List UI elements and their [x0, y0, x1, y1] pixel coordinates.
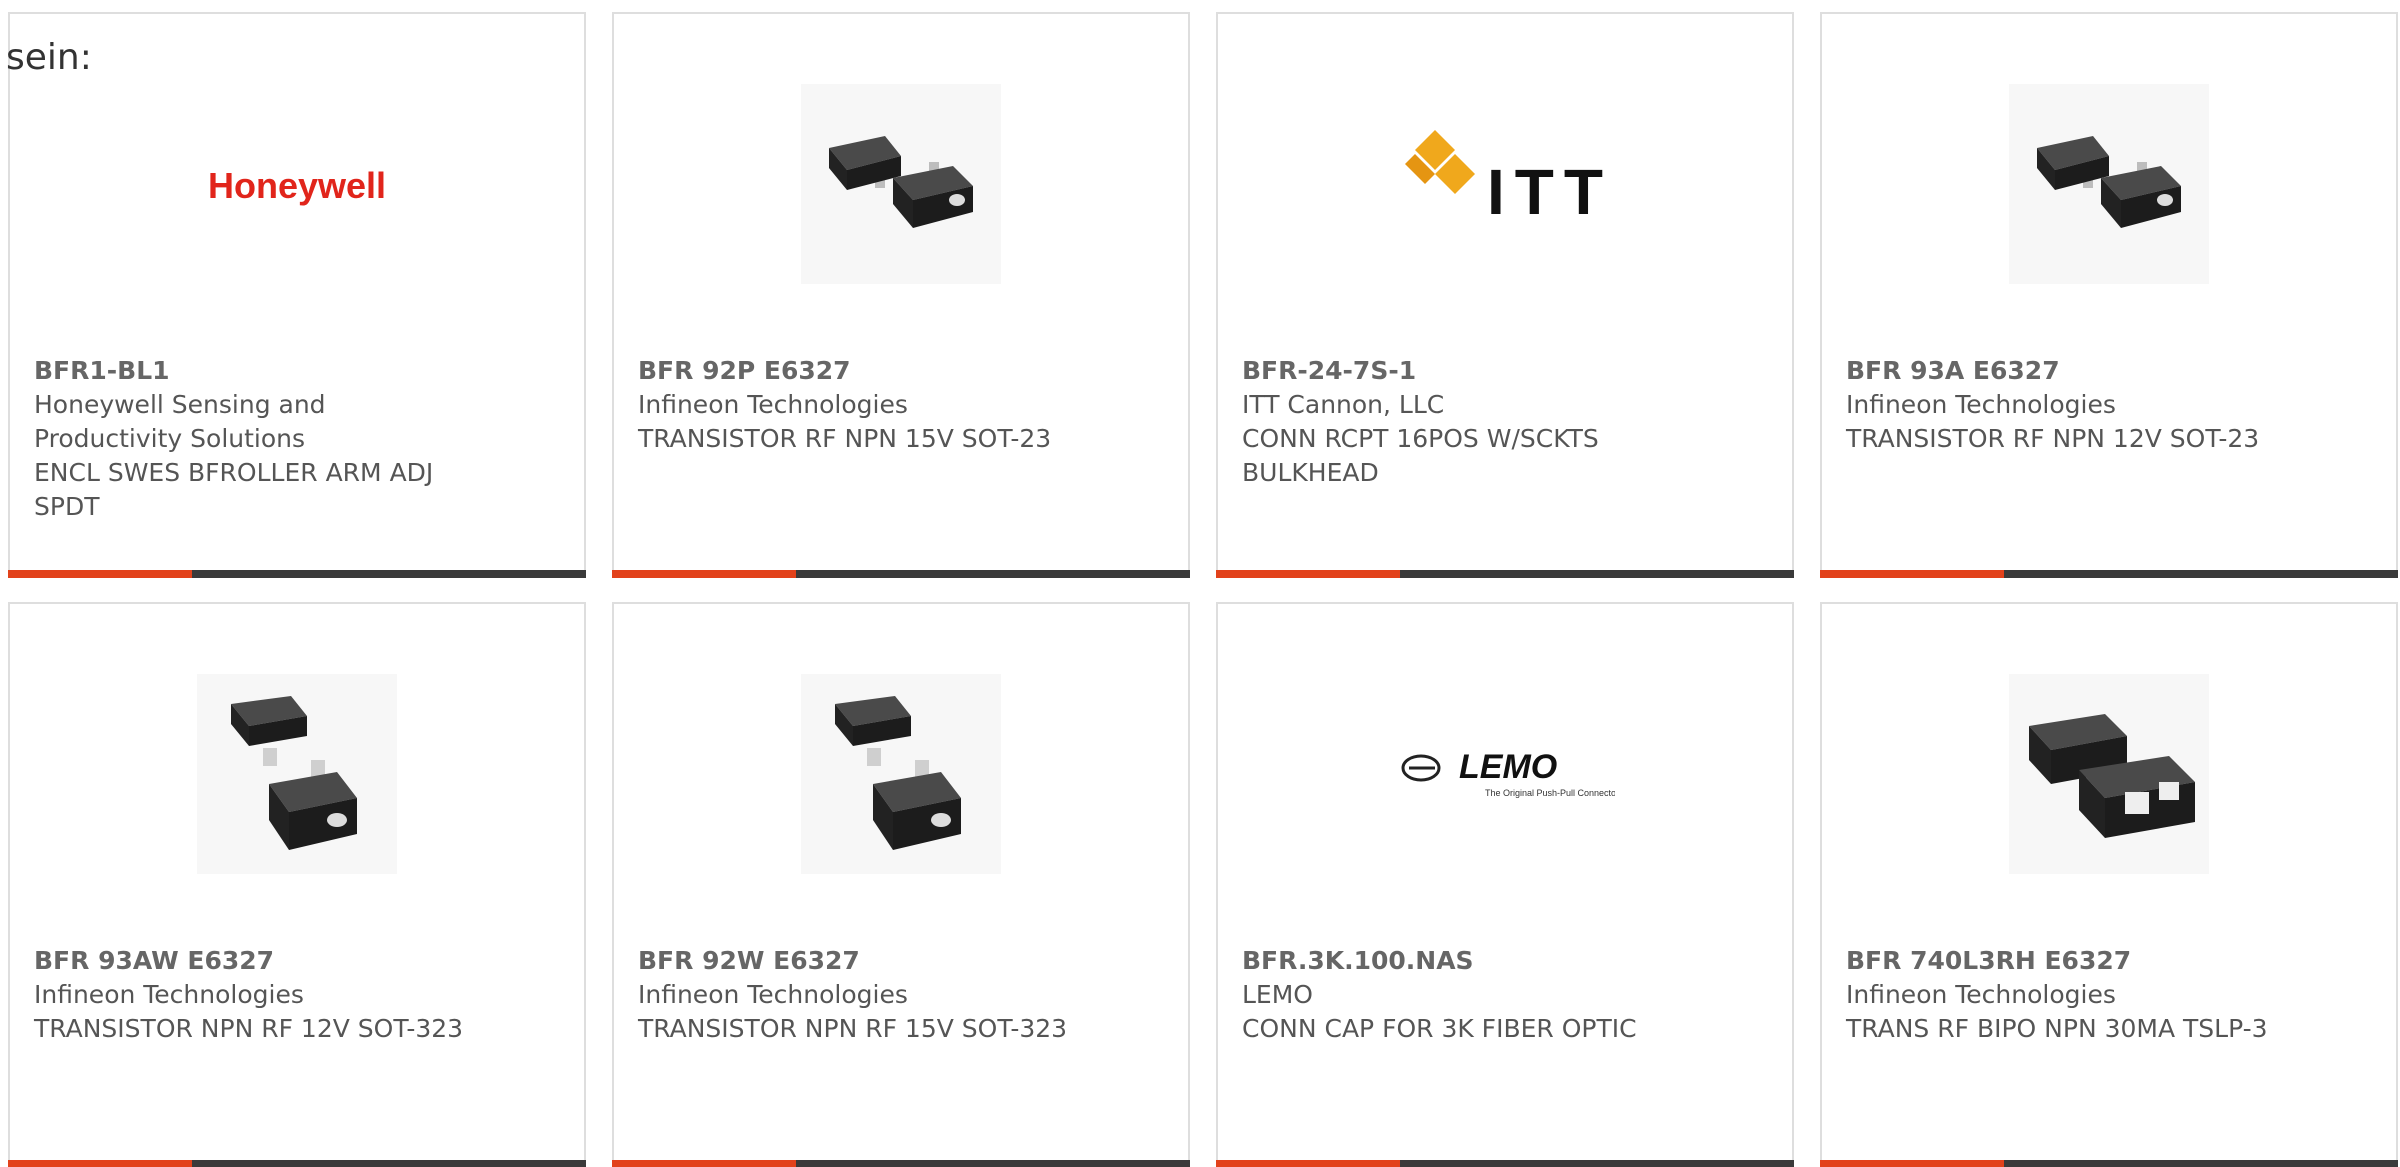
- product-info: BFR 93AW E6327 Infineon Technologies TRA…: [34, 944, 474, 1046]
- manufacturer: Infineon Technologies: [638, 980, 908, 1009]
- product-info: BFR 93A E6327 Infineon Technologies TRAN…: [1846, 354, 2286, 456]
- sot323-transistor-icon: [197, 674, 397, 874]
- product-image: ITT: [1218, 74, 1792, 294]
- product-card[interactable]: ITT BFR-24-7S-1 ITT Cannon, LLC CONN RCP…: [1216, 12, 1794, 578]
- manufacturer: Infineon Technologies: [1846, 390, 2116, 419]
- product-info: BFR.3K.100.NAS LEMO CONN CAP FOR 3K FIBE…: [1242, 944, 1682, 1046]
- product-card[interactable]: BFR 93AW E6327 Infineon Technologies TRA…: [8, 602, 586, 1167]
- svg-text:LEMO: LEMO: [1459, 748, 1557, 786]
- product-card[interactable]: Honeywell BFR1-BL1 Honeywell Sensing and…: [8, 12, 586, 578]
- manufacturer: Honeywell Sensing and Productivity Solut…: [34, 390, 326, 453]
- product-image: [614, 664, 1188, 884]
- card-bottom-bar: [1216, 570, 1794, 578]
- product-info: BFR 92W E6327 Infineon Technologies TRAN…: [638, 944, 1078, 1046]
- card-accent-bar: [1216, 1160, 1400, 1167]
- product-image: [1822, 74, 2396, 294]
- product-card[interactable]: LEMO The Original Push-Pull Connector BF…: [1216, 602, 1794, 1167]
- sot323-transistor-icon: [801, 674, 1001, 874]
- product-image: [614, 74, 1188, 294]
- description: ENCL SWES BFROLLER ARM ADJ SPDT: [34, 458, 434, 521]
- card-accent-bar: [1216, 570, 1400, 578]
- manufacturer: Infineon Technologies: [34, 980, 304, 1009]
- intro-text: sein:: [6, 37, 92, 78]
- svg-text:Honeywell: Honeywell: [208, 165, 386, 206]
- part-number[interactable]: BFR 740L3RH E6327: [1846, 944, 2286, 978]
- itt-logo-icon: ITT: [1405, 130, 1613, 228]
- svg-text:ITT: ITT: [1487, 156, 1613, 228]
- product-image: Honeywell: [10, 74, 584, 294]
- description: TRANSISTOR RF NPN 15V SOT-23: [638, 424, 1052, 453]
- card-bottom-bar: [1216, 1160, 1794, 1167]
- description: CONN CAP FOR 3K FIBER OPTIC: [1242, 1014, 1637, 1043]
- sot23-transistor-icon: [801, 84, 1001, 284]
- description: TRANSISTOR NPN RF 15V SOT-323: [638, 1014, 1068, 1043]
- description: CONN RCPT 16POS W/SCKTS BULKHEAD: [1242, 424, 1599, 487]
- tslp3-transistor-icon: [2009, 674, 2209, 874]
- part-number[interactable]: BFR 92W E6327: [638, 944, 1078, 978]
- card-accent-bar: [1820, 570, 2004, 578]
- part-number[interactable]: BFR-24-7S-1: [1242, 354, 1682, 388]
- card-bottom-bar: [1820, 570, 2398, 578]
- card-bottom-bar: [612, 1160, 1190, 1167]
- card-accent-bar: [8, 1160, 192, 1167]
- product-info: BFR 740L3RH E6327 Infineon Technologies …: [1846, 944, 2286, 1046]
- product-info: BFR1-BL1 Honeywell Sensing and Productiv…: [34, 354, 474, 524]
- sot23-transistor-icon: [2009, 84, 2209, 284]
- card-bottom-bar: [8, 570, 586, 578]
- product-image: LEMO The Original Push-Pull Connector: [1218, 664, 1792, 884]
- product-info: BFR 92P E6327 Infineon Technologies TRAN…: [638, 354, 1078, 456]
- description: TRANSISTOR RF NPN 12V SOT-23: [1846, 424, 2260, 453]
- card-accent-bar: [1820, 1160, 2004, 1167]
- card-bottom-bar: [1820, 1160, 2398, 1167]
- description: TRANSISTOR NPN RF 12V SOT-323: [34, 1014, 464, 1043]
- part-number[interactable]: BFR 93A E6327: [1846, 354, 2286, 388]
- description: TRANS RF BIPO NPN 30MA TSLP-3: [1846, 1014, 2268, 1043]
- card-bottom-bar: [8, 1160, 586, 1167]
- card-bottom-bar: [612, 570, 1190, 578]
- part-number[interactable]: BFR.3K.100.NAS: [1242, 944, 1682, 978]
- product-card[interactable]: BFR 92W E6327 Infineon Technologies TRAN…: [612, 602, 1190, 1167]
- manufacturer: Infineon Technologies: [638, 390, 908, 419]
- manufacturer: ITT Cannon, LLC: [1242, 390, 1445, 419]
- svg-text:The Original Push-Pull Connect: The Original Push-Pull Connector: [1485, 788, 1615, 798]
- part-number[interactable]: BFR 92P E6327: [638, 354, 1078, 388]
- card-accent-bar: [8, 570, 192, 578]
- part-number[interactable]: BFR1-BL1: [34, 354, 474, 388]
- product-image: [10, 664, 584, 884]
- card-accent-bar: [612, 570, 796, 578]
- honeywell-logo-icon: Honeywell: [208, 165, 386, 206]
- product-image: [1822, 664, 2396, 884]
- product-card[interactable]: BFR 740L3RH E6327 Infineon Technologies …: [1820, 602, 2398, 1167]
- product-card[interactable]: BFR 92P E6327 Infineon Technologies TRAN…: [612, 12, 1190, 578]
- card-accent-bar: [612, 1160, 796, 1167]
- page: sein: Honeywell BFR1-BL1 Honeywell Sensi…: [0, 0, 2400, 1167]
- manufacturer: LEMO: [1242, 980, 1313, 1009]
- product-card[interactable]: BFR 93A E6327 Infineon Technologies TRAN…: [1820, 12, 2398, 578]
- part-number[interactable]: BFR 93AW E6327: [34, 944, 474, 978]
- manufacturer: Infineon Technologies: [1846, 980, 2116, 1009]
- lemo-logo-icon: LEMO The Original Push-Pull Connector: [1401, 748, 1615, 798]
- product-info: BFR-24-7S-1 ITT Cannon, LLC CONN RCPT 16…: [1242, 354, 1682, 490]
